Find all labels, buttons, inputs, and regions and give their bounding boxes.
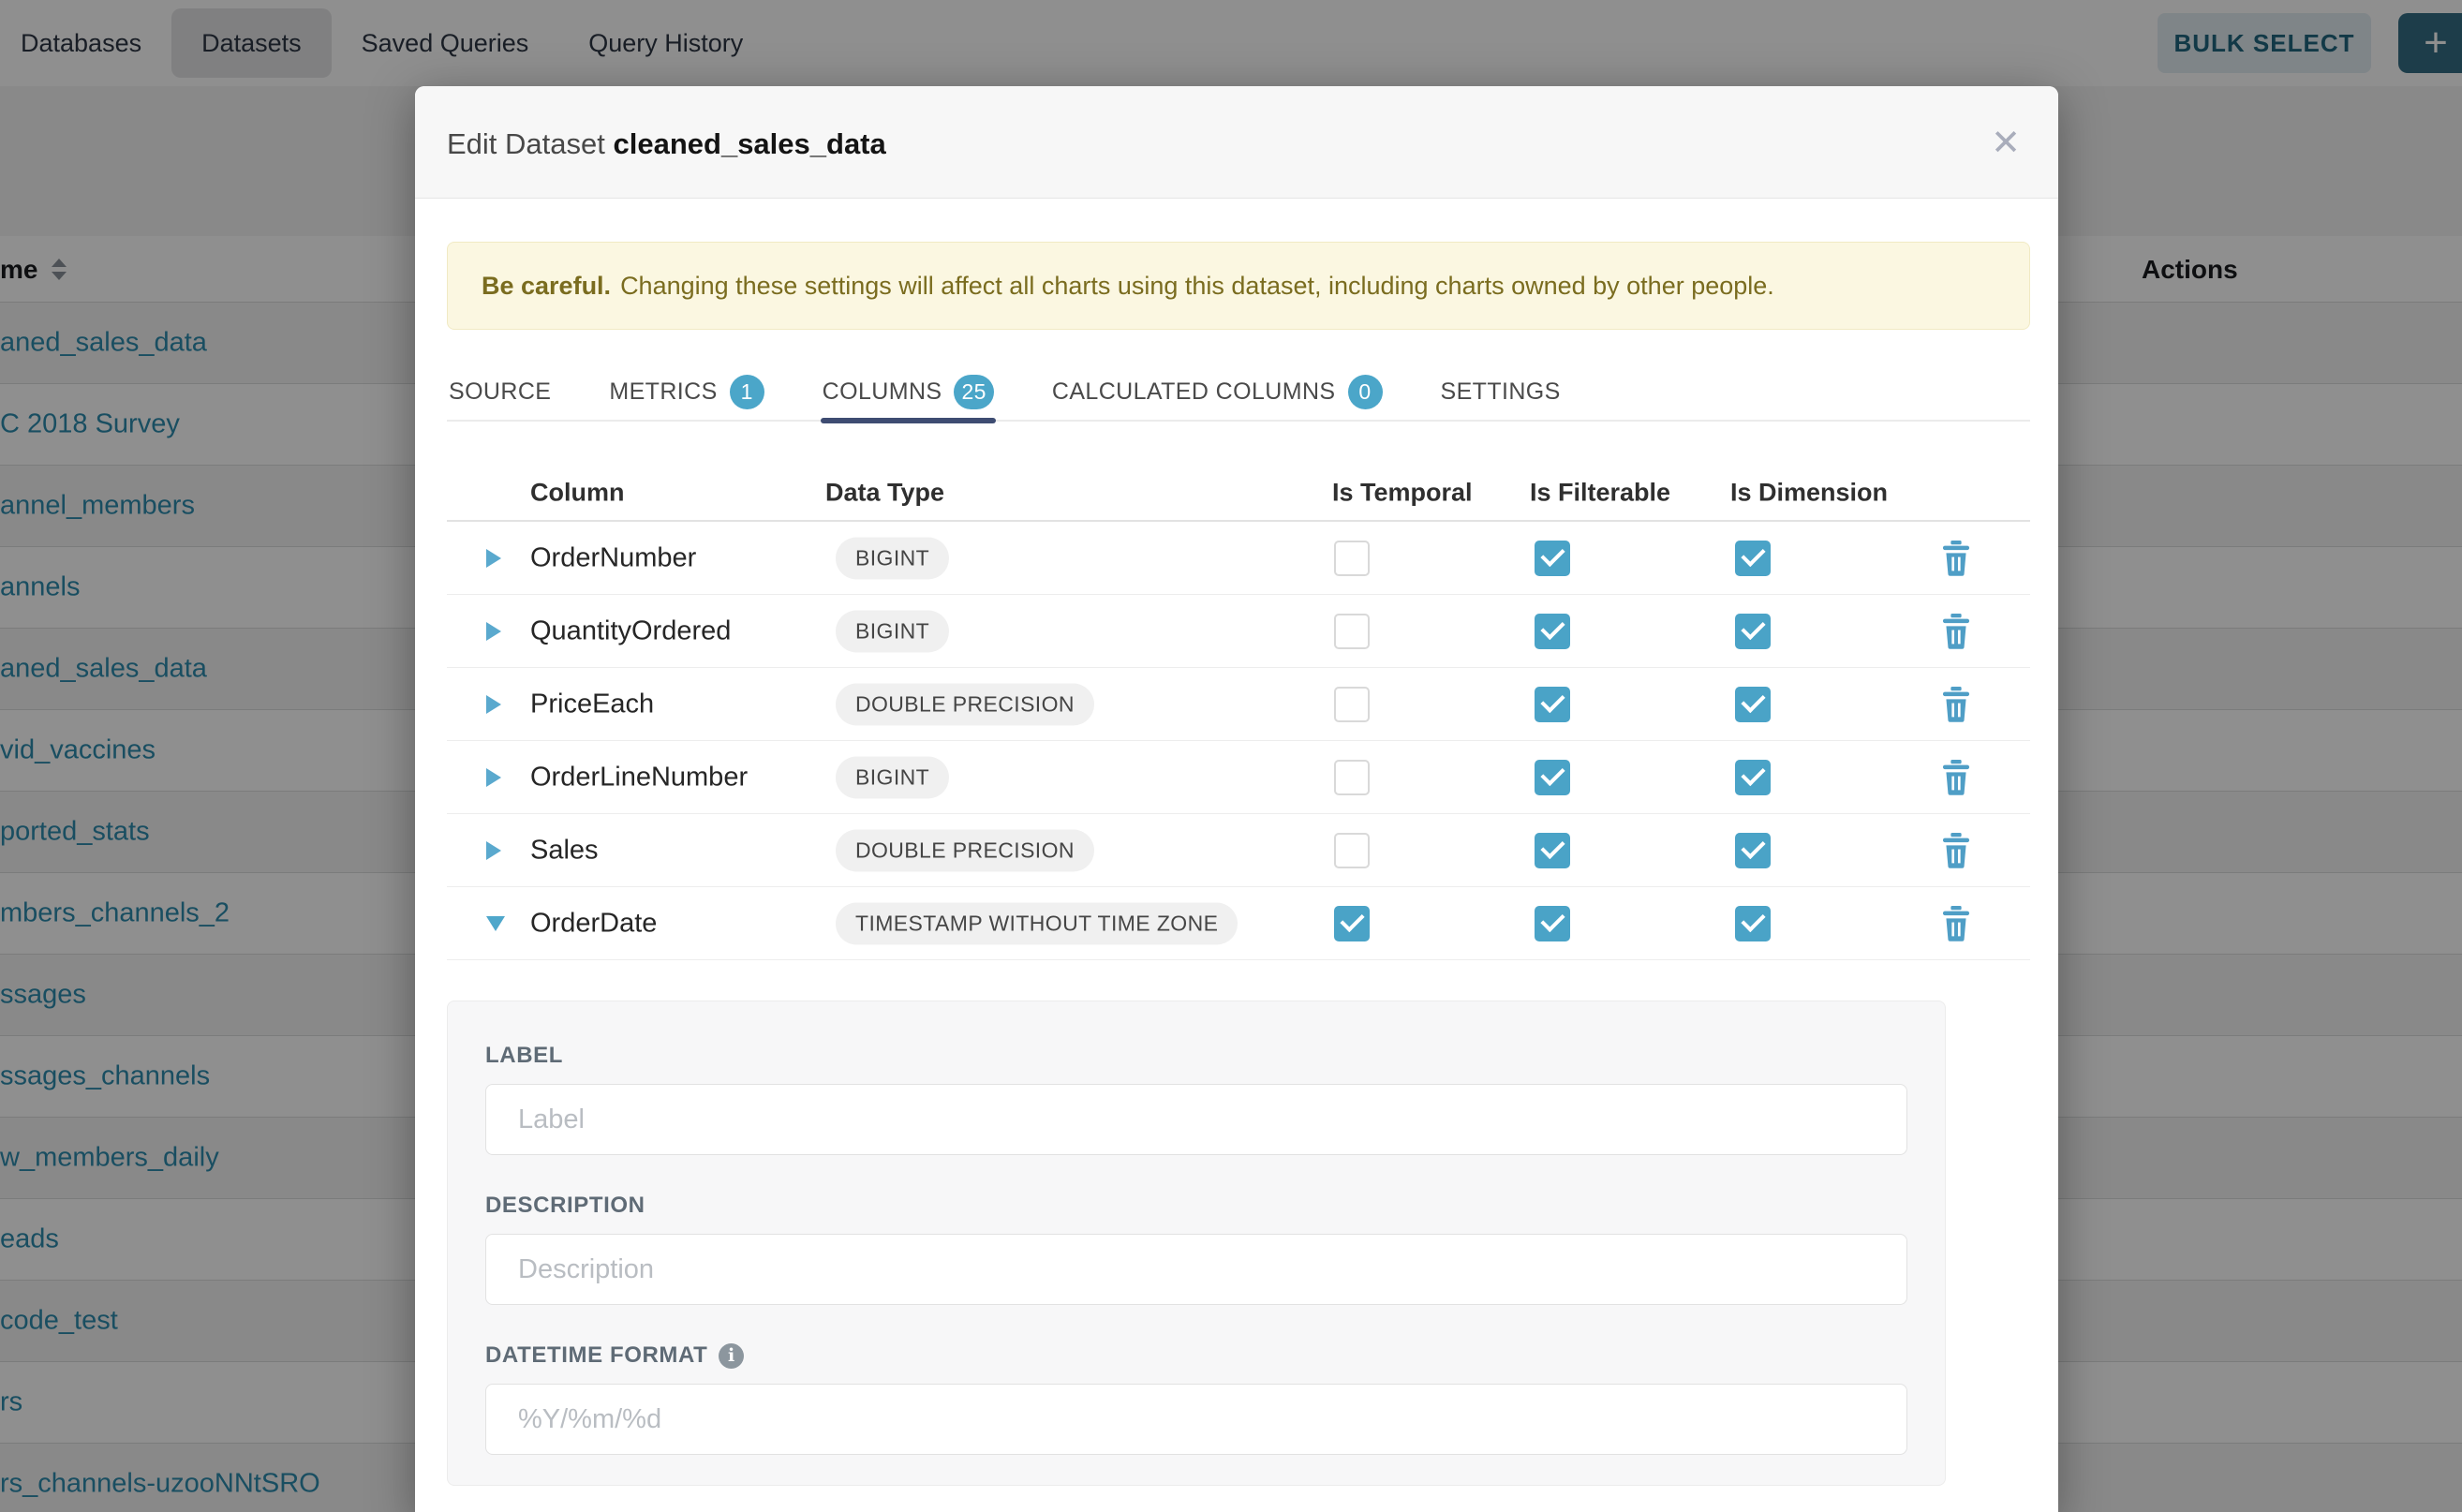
tab-label: SOURCE [449, 378, 551, 406]
is-temporal-checkbox[interactable] [1334, 614, 1370, 649]
datetime-format-field-label: DATETIME FORMAT [485, 1342, 1907, 1369]
tab-label: SETTINGS [1441, 378, 1561, 406]
columns-table-body: OrderNumber BIGINT QuantityOrdered BIGIN… [447, 522, 2030, 960]
trash-icon [1940, 614, 1972, 649]
is-temporal-checkbox[interactable] [1334, 541, 1370, 576]
tab-columns[interactable]: COLUMNS 25 [821, 363, 996, 420]
column-header-column: Column [530, 478, 625, 507]
modal-title-dataset-name: cleaned_sales_data [614, 127, 886, 160]
column-header-is-filterable: Is Filterable [1530, 478, 1670, 507]
tab-label: METRICS [609, 378, 717, 406]
is-filterable-checkbox[interactable] [1535, 833, 1570, 868]
delete-column-button[interactable] [1940, 760, 1972, 795]
is-filterable-checkbox[interactable] [1535, 760, 1570, 795]
tab-label: CALCULATED COLUMNS [1052, 378, 1336, 406]
description-input[interactable] [485, 1234, 1907, 1305]
warning-bold-text: Be careful. [482, 272, 611, 301]
warning-text: Changing these settings will affect all … [620, 272, 1774, 301]
column-type-badge: BIGINT [836, 756, 949, 798]
warning-banner: Be careful. Changing these settings will… [447, 242, 2030, 330]
is-dimension-checkbox[interactable] [1735, 541, 1771, 576]
description-field-label: DESCRIPTION [485, 1193, 1907, 1219]
delete-column-button[interactable] [1940, 541, 1972, 576]
trash-icon [1940, 687, 1972, 722]
column-edit-panel: LABEL DESCRIPTION DATETIME FORMAT [447, 1001, 1946, 1486]
app-window: DatabasesDatasetsSaved QueriesQuery Hist… [0, 0, 2462, 1512]
delete-column-button[interactable] [1940, 614, 1972, 649]
expand-caret-icon[interactable] [486, 695, 501, 714]
is-filterable-checkbox[interactable] [1535, 687, 1570, 722]
column-name: OrderNumber [530, 542, 696, 573]
trash-icon [1940, 833, 1972, 868]
column-header-data-type: Data Type [825, 478, 944, 507]
label-field-label: LABEL [485, 1043, 1907, 1069]
column-name: OrderLineNumber [530, 762, 748, 793]
column-type-badge: BIGINT [836, 610, 949, 652]
is-filterable-checkbox[interactable] [1535, 614, 1570, 649]
column-type-badge: DOUBLE PRECISION [836, 829, 1094, 871]
expand-caret-icon[interactable] [486, 768, 501, 787]
column-row: PriceEach DOUBLE PRECISION [447, 668, 2030, 741]
column-type-badge: DOUBLE PRECISION [836, 683, 1094, 725]
is-temporal-checkbox[interactable] [1334, 906, 1370, 941]
delete-column-button[interactable] [1940, 833, 1972, 868]
close-icon[interactable]: ✕ [1978, 114, 2034, 170]
modal-title: Edit Dataset cleaned_sales_data [447, 127, 886, 161]
is-filterable-checkbox[interactable] [1535, 541, 1570, 576]
tab-settings[interactable]: SETTINGS [1439, 363, 1563, 420]
label-field-label-text: LABEL [485, 1043, 563, 1069]
expand-caret-icon[interactable] [486, 916, 505, 931]
tab-count-badge: 0 [1348, 375, 1383, 409]
tab-source[interactable]: SOURCE [447, 363, 553, 420]
expand-caret-icon[interactable] [486, 549, 501, 568]
is-dimension-checkbox[interactable] [1735, 614, 1771, 649]
is-dimension-checkbox[interactable] [1735, 760, 1771, 795]
is-filterable-checkbox[interactable] [1535, 906, 1570, 941]
column-name: PriceEach [530, 689, 654, 719]
edit-dataset-modal: Edit Dataset cleaned_sales_data ✕ Be car… [415, 86, 2058, 1512]
tab-label: COLUMNS [823, 378, 942, 406]
description-field-label-text: DESCRIPTION [485, 1193, 645, 1219]
tab-metrics[interactable]: METRICS 1 [607, 363, 765, 420]
column-header-is-temporal: Is Temporal [1332, 478, 1473, 507]
label-input[interactable] [485, 1084, 1907, 1155]
column-row: OrderNumber BIGINT [447, 522, 2030, 595]
is-dimension-checkbox[interactable] [1735, 906, 1771, 941]
trash-icon [1940, 906, 1972, 941]
datetime-format-input[interactable] [485, 1384, 1907, 1455]
tab-calculated-columns[interactable]: CALCULATED COLUMNS 0 [1050, 363, 1385, 420]
column-name: OrderDate [530, 908, 657, 939]
delete-column-button[interactable] [1940, 906, 1972, 941]
column-name: Sales [530, 835, 599, 866]
expand-caret-icon[interactable] [486, 841, 501, 860]
column-row: OrderLineNumber BIGINT [447, 741, 2030, 814]
trash-icon [1940, 760, 1972, 795]
is-dimension-checkbox[interactable] [1735, 687, 1771, 722]
column-row: OrderDate TIMESTAMP WITHOUT TIME ZONE [447, 887, 2030, 960]
modal-tabs: SOURCE METRICS 1 COLUMNS 25 CALCULATED C… [447, 363, 2030, 422]
modal-header: Edit Dataset cleaned_sales_data ✕ [415, 86, 2058, 199]
column-row: QuantityOrdered BIGINT [447, 595, 2030, 668]
column-name: QuantityOrdered [530, 615, 731, 646]
info-icon[interactable] [719, 1343, 744, 1369]
is-temporal-checkbox[interactable] [1334, 833, 1370, 868]
column-row: Sales DOUBLE PRECISION [447, 814, 2030, 887]
is-temporal-checkbox[interactable] [1334, 687, 1370, 722]
delete-column-button[interactable] [1940, 687, 1972, 722]
modal-title-prefix: Edit Dataset [447, 127, 605, 160]
trash-icon [1940, 541, 1972, 576]
is-temporal-checkbox[interactable] [1334, 760, 1370, 795]
is-dimension-checkbox[interactable] [1735, 833, 1771, 868]
column-header-is-dimension: Is Dimension [1730, 478, 1888, 507]
expand-caret-icon[interactable] [486, 622, 501, 641]
tab-count-badge: 25 [954, 375, 993, 409]
columns-table-header: Column Data Type Is Temporal Is Filterab… [447, 465, 2030, 522]
column-type-badge: TIMESTAMP WITHOUT TIME ZONE [836, 902, 1238, 944]
tab-count-badge: 1 [730, 375, 764, 409]
datetime-format-label-text: DATETIME FORMAT [485, 1342, 707, 1369]
column-type-badge: BIGINT [836, 537, 949, 579]
